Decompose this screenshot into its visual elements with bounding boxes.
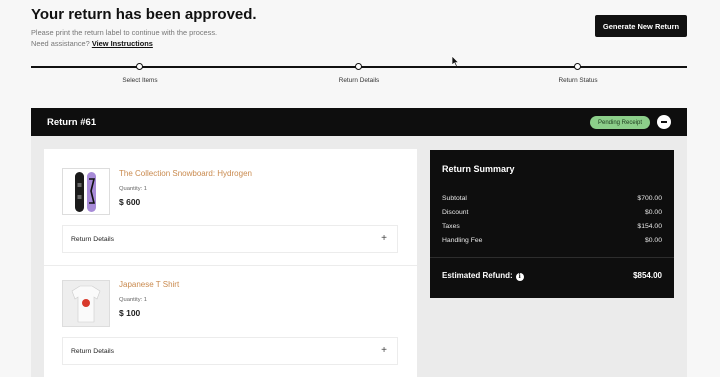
item-price: $ 100: [119, 308, 141, 318]
return-details-row[interactable]: Return Details +: [62, 225, 398, 253]
step-dot-return-status: [574, 63, 581, 70]
instruction-line: Please print the return label to continu…: [31, 28, 218, 37]
tshirt-product-image: [62, 280, 110, 327]
summary-label: Discount: [442, 209, 469, 216]
assistance-prefix: Need assistance?: [31, 38, 90, 48]
divider: [44, 265, 417, 266]
step-dot-select-items: [136, 63, 143, 70]
summary-row-handling-fee: Handling Fee $0.00: [442, 237, 662, 244]
assistance-line: Need assistance? View Instructions: [31, 39, 217, 50]
summary-label: Taxes: [442, 223, 460, 230]
refund-label: Estimated Refund:: [442, 271, 513, 280]
step-label-return-details: Return Details: [338, 77, 380, 84]
refund-value: $854.00: [633, 271, 662, 281]
snowboard-product-image: [62, 168, 110, 215]
refund-label-group: Estimated Refund: i: [442, 271, 524, 281]
return-header-bar: Return #61 Pending Receipt: [31, 108, 687, 136]
generate-new-return-button[interactable]: Generate New Return: [595, 15, 687, 37]
step-label-select-items: Select Items: [122, 77, 158, 84]
item-name[interactable]: The Collection Snowboard: Hydrogen: [119, 169, 252, 178]
summary-divider: [430, 257, 674, 258]
summary-label: Subtotal: [442, 195, 467, 202]
summary-title: Return Summary: [442, 164, 515, 174]
item-quantity: Quantity: 1: [119, 297, 148, 303]
summary-value: $0.00: [644, 209, 662, 216]
item-price: $ 600: [119, 197, 141, 207]
summary-value: $0.00: [644, 237, 662, 244]
page-title: Your return has been approved.: [31, 6, 257, 23]
step-dot-return-details: [355, 63, 362, 70]
estimated-refund-row: Estimated Refund: i $854.00: [442, 271, 662, 281]
step-label-return-status: Return Status: [558, 77, 598, 84]
item-quantity: Quantity: 1: [119, 186, 148, 192]
return-details-row[interactable]: Return Details +: [62, 337, 398, 365]
summary-value: $700.00: [637, 195, 662, 202]
return-details-label: Return Details: [71, 347, 115, 355]
item-name[interactable]: Japanese T Shirt: [119, 280, 179, 289]
summary-row-taxes: Taxes $154.00: [442, 223, 662, 230]
view-instructions-link[interactable]: View Instructions: [92, 39, 153, 48]
return-summary-panel: Return Summary Subtotal $700.00 Discount…: [430, 150, 674, 298]
summary-label: Handling Fee: [442, 237, 483, 244]
return-title: Return #61: [47, 116, 97, 128]
instructions-text: Please print the return label to continu…: [31, 28, 217, 49]
status-badge: Pending Receipt: [590, 116, 650, 129]
return-details-label: Return Details: [71, 235, 115, 243]
info-icon[interactable]: i: [515, 272, 524, 281]
plus-icon[interactable]: +: [381, 233, 387, 244]
summary-row-discount: Discount $0.00: [442, 209, 662, 216]
collapse-minus-icon[interactable]: [657, 115, 671, 129]
summary-row-subtotal: Subtotal $700.00: [442, 195, 662, 202]
plus-icon[interactable]: +: [381, 345, 387, 356]
summary-value: $154.00: [637, 223, 662, 230]
